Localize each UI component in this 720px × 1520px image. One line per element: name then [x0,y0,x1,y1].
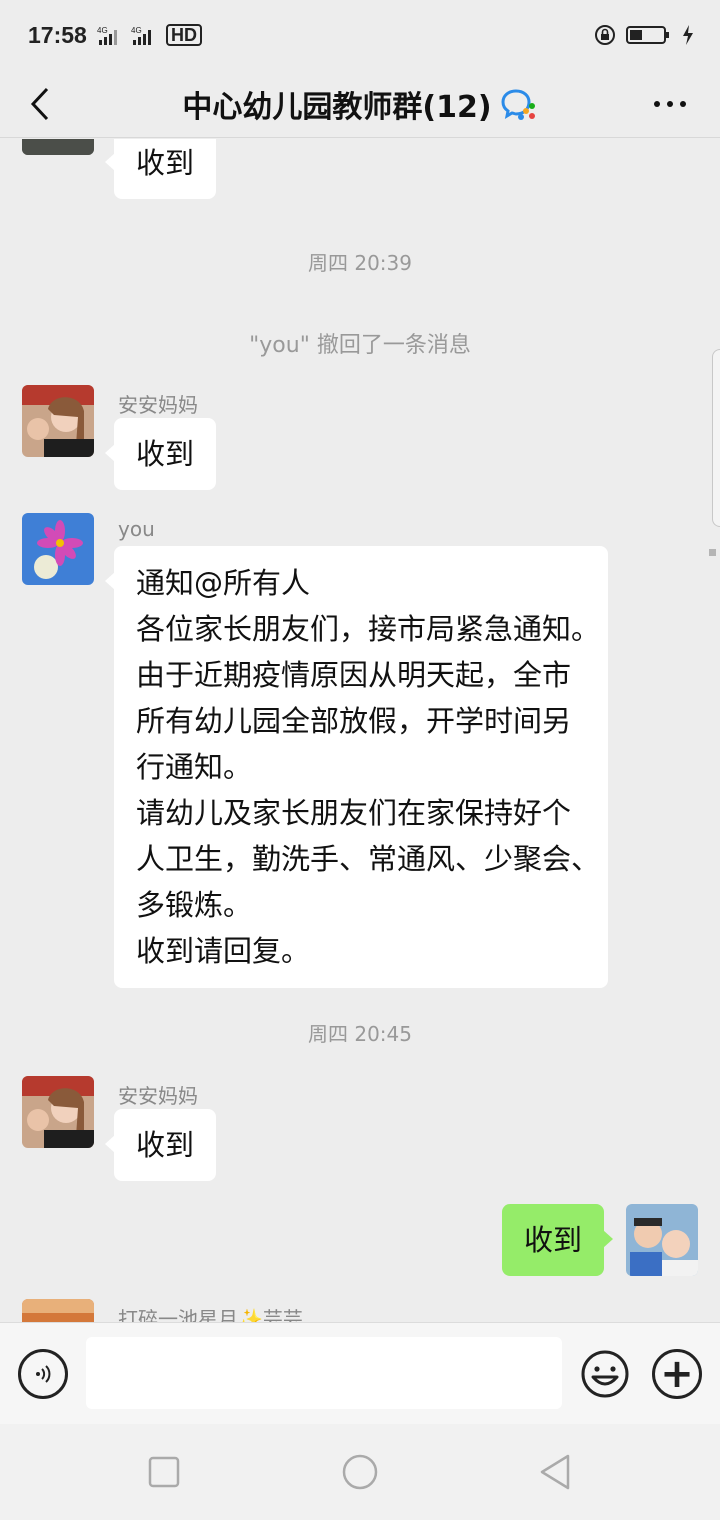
voice-icon [36,1365,51,1383]
status-time: 17:58 [28,22,87,48]
recent-apps-icon[interactable] [144,1452,184,1492]
home-icon[interactable] [340,1452,380,1492]
message-text: 收到 [136,437,195,471]
input-bar: + [0,1322,720,1424]
more-dots-icon [654,101,686,107]
enterprise-chat-icon [501,89,535,120]
scroll-indicator [709,549,716,556]
avatar-image [22,139,94,155]
avatar-image [22,385,94,457]
system-navigation-bar [0,1424,720,1520]
back-icon[interactable] [536,1452,576,1492]
scroll-handle[interactable] [712,349,720,527]
my-message-bubble[interactable]: 收到 [502,1204,614,1276]
chat-title-area: 中心幼儿园教师群(12) [0,78,720,130]
notice-message-bubble[interactable]: 通知@所有人 各位家长朋友们，接市局紧急通知。 由于近期疫情原因从明天起，全市 … [105,546,608,988]
emoji-icon[interactable] [580,1349,630,1399]
more-button[interactable] [648,84,692,124]
charging-icon [683,25,693,45]
avatar-image [626,1204,698,1276]
chat-title: 中心幼儿园教师群(12) [182,90,492,125]
lock-rotation-icon [595,25,615,45]
status-right-icons [594,24,694,46]
timestamp: 周四 20:45 [308,1022,412,1046]
message-bubble[interactable]: 收到 [105,1109,217,1181]
notice-line: 所有幼儿园全部放假，开学时间另 [136,704,572,738]
avatar[interactable] [22,1076,94,1148]
chat-header: 中心幼儿园教师群(12) [0,70,720,138]
signal-2-label: 4G [131,26,142,35]
signal-icon: 4G [131,26,151,45]
sender-name: 安安妈妈 [118,393,198,417]
signal-icon: 4G [97,26,117,45]
notice-line: 请幼儿及家长朋友们在家保持好个 [136,796,572,830]
voice-button[interactable] [18,1349,68,1399]
message-text: 收到 [136,1128,195,1162]
message-bubble[interactable]: 收到 [105,418,217,490]
notice-line: 各位家长朋友们，接市局紧急通知。 [136,612,601,646]
sender-name: 打碎一池星月✨芸芸 [118,1307,303,1322]
status-bar: 17:58 4G 4G HD [0,0,720,70]
battery-icon [626,26,669,44]
chat-message-list[interactable]: 收到 周四 20:39 "you" 撤回了一条消息 安安妈妈 收到 you 通知… [0,139,720,1322]
my-avatar[interactable] [626,1204,698,1276]
avatar[interactable] [22,1299,94,1322]
sender-name: 安安妈妈 [118,1084,198,1108]
notice-line: 行通知。 [136,750,253,784]
notice-line: 人卫生，勤洗手、常通风、少聚会、 [136,842,601,876]
notice-line: 由于近期疫情原因从明天起，全市 [136,658,572,692]
avatar[interactable] [22,385,94,457]
message-bubble[interactable]: 收到 [105,139,217,199]
message-text: 收到 [524,1223,583,1257]
notice-line: 收到请回复。 [136,934,311,968]
plus-icon[interactable]: + [652,1349,702,1399]
avatar-image [22,1076,94,1148]
notice-line: 多锻炼。 [136,888,253,922]
message-input[interactable] [86,1337,562,1409]
timestamp: 周四 20:39 [308,251,412,275]
avatar-image [22,1299,94,1322]
hd-icon: HD [166,24,202,46]
avatar[interactable] [22,513,94,585]
avatar[interactable] [22,139,94,155]
avatar-image [22,513,94,585]
message-text: 收到 [136,146,195,180]
sender-name: you [118,517,155,541]
signal-1-label: 4G [97,26,108,35]
notice-line: 通知@所有人 [136,566,311,600]
recall-notice: "you" 撤回了一条消息 [249,333,471,358]
